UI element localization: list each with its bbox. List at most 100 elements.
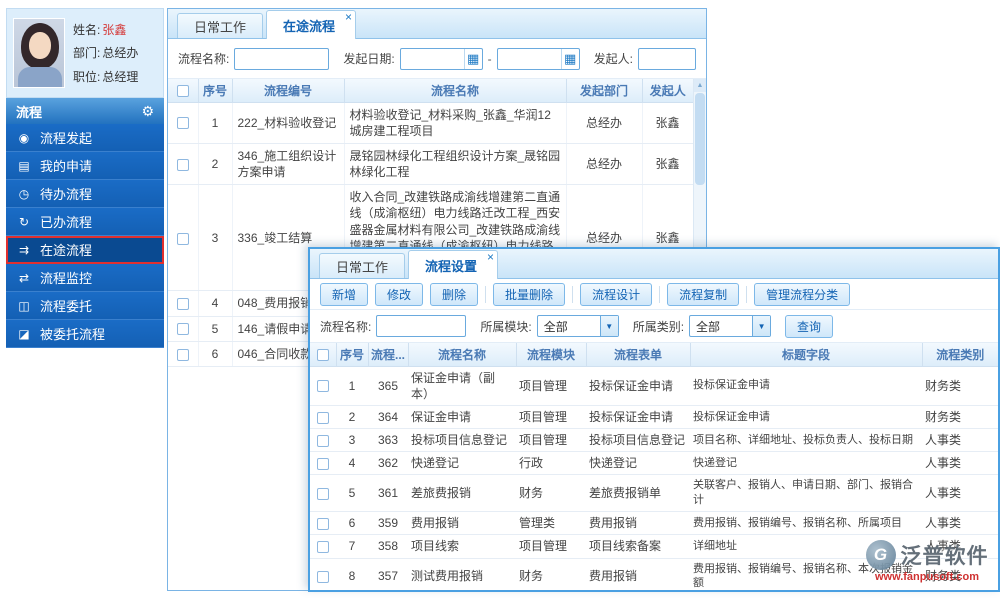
add-button[interactable]: 新增 [320,282,369,306]
column-header[interactable]: 流程名称 [343,79,567,103]
org-chart-icon: ◪ [18,326,30,341]
user-profile-card: 姓名: 张鑫 部门: 总经办 职位: 总经理 [6,8,164,98]
cell-code: 361 [368,474,408,513]
select-all-checkbox[interactable] [316,349,329,362]
search-button[interactable]: 查询 [785,314,834,338]
row-checkbox[interactable] [176,348,189,361]
row-checkbox[interactable] [176,158,189,171]
process-definition-row[interactable]: 5 361 差旅费报销 财务 差旅费报销单 关联客户、报销人、申请日期、部门、报销合计 人事… [310,474,998,513]
process-row[interactable]: 1 222_材料验收登记 材料验收登记_材料采购_张鑫_华润12城房建工程项目 总经办… [168,102,694,144]
column-header[interactable]: 流程名称 [407,343,517,367]
avatar [13,18,65,88]
initiator-input[interactable] [638,47,696,70]
row-checkbox[interactable] [317,488,329,501]
sidebar-item-my-applications[interactable]: ▤ 我的申请 [6,152,164,180]
tab-daily-work[interactable]: 日常工作 [319,253,406,278]
cell-no: 3 [336,428,368,453]
document-icon: ▤ [18,158,30,173]
close-icon[interactable]: × [487,251,494,263]
cell-category: 人事类 [922,428,998,453]
arrows-right-icon: ⇉ [18,242,30,257]
sidebar-item-process-delegation[interactable]: ◫ 流程委托 [6,292,164,320]
cell-dept: 总经办 [566,143,643,186]
sidebar-item-completed-processes[interactable]: ↻ 已办流程 [6,208,164,236]
batch-delete-button[interactable]: 批量删除 [493,282,566,306]
sidebar-item-in-transit-processes[interactable]: ⇉ 在途流程 [6,236,164,264]
cell-form: 快递登记 [586,451,690,476]
edit-button[interactable]: 修改 [375,282,424,306]
column-header[interactable]: 流程模块 [515,343,587,367]
row-checkbox[interactable] [317,541,329,554]
column-header[interactable]: 流程类别 [921,343,998,367]
row-checkbox[interactable] [317,380,329,393]
process-row[interactable]: 2 346_施工组织设计方案申请 晟铭园林绿化工程组织设计方案_晟铭园林绿化工程 总经… [168,143,694,186]
cell-module: 管理类 [516,511,586,536]
cell-form: 投标保证金申请 [586,366,690,406]
row-checkbox[interactable] [317,411,329,424]
column-header[interactable]: 标题字段 [689,343,923,367]
menu-item-label: 在途流程 [40,243,93,258]
gear-icon[interactable]: ⚙ [141,103,154,120]
process-definition-row[interactable]: 2 364 保证金申请 项目管理 投标保证金申请 投标保证金申请 财务类 [310,405,998,430]
row-checkbox[interactable] [317,434,329,447]
category-select[interactable]: 全部 ▼ [689,315,772,337]
calendar-icon[interactable]: ▦ [463,48,482,69]
select-all-checkbox[interactable] [176,85,189,98]
tab-process-settings[interactable]: 流程设置 × [408,250,499,279]
menu-item-label: 待办流程 [40,187,93,202]
cell-form: 费用报销 [586,511,690,536]
row-checkbox[interactable] [176,232,189,245]
process-definition-row[interactable]: 4 362 快递登记 行政 快递登记 快递登记 人事类 [310,451,998,476]
cell-code: 363 [368,428,408,453]
column-header[interactable]: 流程编号 [231,79,345,103]
close-icon[interactable]: × [345,11,352,23]
tab-daily-work[interactable]: 日常工作 [177,13,264,38]
tab-in-transit[interactable]: 在途流程 × [266,10,357,39]
date-separator: - [487,51,492,66]
calendar-icon[interactable]: ▦ [560,48,579,69]
cell-name: 快递登记 [408,451,516,476]
sidebar-item-pending-processes[interactable]: ◷ 待办流程 [6,180,164,208]
settings-filter-bar: 流程名称: 所属模块: 全部 ▼ 所属类别: 全部 ▼ 查询 [310,310,998,343]
scroll-up-icon[interactable]: ▲ [694,79,706,92]
column-header[interactable]: 流程... [367,343,409,367]
process-name-label: 流程名称: [320,319,372,334]
column-header[interactable]: 序号 [335,343,369,367]
module-select[interactable]: 全部 ▼ [536,315,619,337]
row-checkbox[interactable] [317,458,329,471]
row-checkbox[interactable] [317,571,329,584]
process-definition-row[interactable]: 1 365 保证金申请（副本） 项目管理 投标保证金申请 投标保证金申请 财务类 [310,366,998,406]
process-copy-button[interactable]: 流程复制 [667,282,740,306]
process-name-input[interactable] [234,47,330,70]
cell-name: 差旅费报销 [408,474,516,513]
sidebar-menu: ◉ 流程发起 ▤ 我的申请 ◷ 待办流程 ↻ 已办流程 ⇉ 在途流程 ⇄ 流程监控 ◫ 流程委托 ◪ 被委托流… [6,124,164,348]
process-definition-row[interactable]: 6 359 费用报销 管理类 费用报销 费用报销、报销编号、报销名称、所属项目 人事类 [310,511,998,536]
row-checkbox[interactable] [176,117,189,130]
manage-category-button[interactable]: 管理流程分类 [754,282,851,306]
column-header[interactable]: 序号 [197,79,233,103]
toolbar-separator [572,285,574,303]
date-from-input[interactable]: ▦ [399,47,483,70]
menu-item-label: 流程监控 [40,271,93,286]
cell-module: 项目管理 [516,428,586,453]
sidebar-item-process-monitor[interactable]: ⇄ 流程监控 [6,264,164,292]
cell-dept: 总经办 [566,102,643,144]
sidebar-item-delegated-processes[interactable]: ◪ 被委托流程 [6,320,164,348]
cell-title-fields: 投标保证金申请 [690,405,922,430]
cell-code: 365 [368,366,408,406]
row-checkbox[interactable] [317,517,329,530]
process-name-input[interactable] [376,315,467,337]
row-checkbox[interactable] [176,323,189,336]
sidebar-item-process-launch[interactable]: ◉ 流程发起 [6,124,164,152]
process-definition-row[interactable]: 3 363 投标项目信息登记 项目管理 投标项目信息登记 项目名称、详细地址、投标负责人、… [310,428,998,453]
scrollbar-thumb[interactable] [695,93,705,185]
delete-button[interactable]: 删除 [430,282,479,306]
process-design-button[interactable]: 流程设计 [580,282,653,306]
tab-label: 日常工作 [336,259,389,275]
module-select-value: 全部 [543,319,568,334]
column-header[interactable]: 流程表单 [585,343,691,367]
column-header[interactable]: 发起人 [641,79,693,103]
row-checkbox[interactable] [176,298,189,311]
column-header[interactable]: 发起部门 [565,79,643,103]
date-to-input[interactable]: ▦ [496,47,580,70]
